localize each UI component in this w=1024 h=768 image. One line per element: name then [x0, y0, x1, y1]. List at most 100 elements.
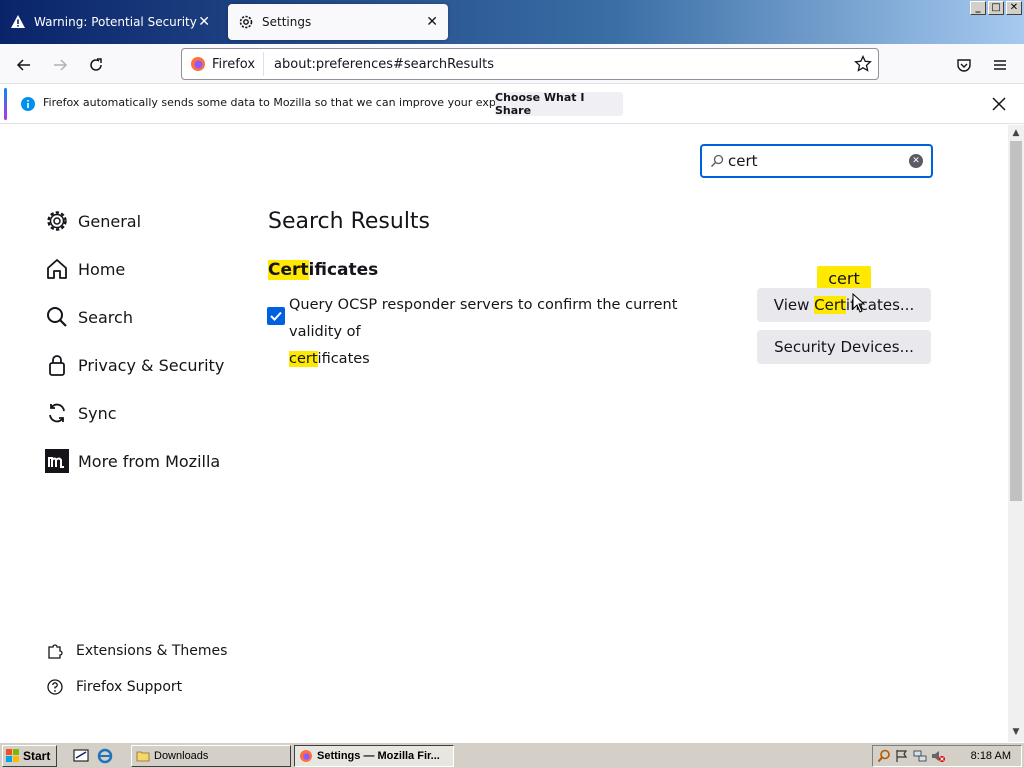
info-icon: [21, 97, 35, 111]
search-icon: [710, 154, 724, 168]
settings-search-input[interactable]: [724, 152, 894, 170]
windows-logo-icon: [6, 749, 19, 762]
identity-box[interactable]: Firefox: [182, 52, 265, 76]
tab-title: Settings: [262, 15, 312, 29]
settings-search-box[interactable]: ✕: [700, 144, 933, 178]
network-icon[interactable]: [913, 749, 927, 763]
scroll-up-icon[interactable]: ▲: [1011, 128, 1021, 138]
sidebar-item-label: More from Mozilla: [78, 451, 221, 471]
url-text[interactable]: about:preferences#searchResults: [264, 57, 494, 72]
lock-icon: [44, 352, 70, 378]
close-window-button[interactable]: ✕: [1006, 1, 1022, 15]
window-controls: _ □ ✕: [970, 1, 1022, 15]
clock: 8:18 AM: [970, 750, 1011, 762]
arrow-right-icon: [54, 59, 68, 71]
search-highlight: Cert: [814, 296, 846, 314]
search-icon[interactable]: [877, 749, 891, 763]
sidebar-item-home[interactable]: Home: [44, 253, 244, 285]
hamburger-menu-icon: [994, 60, 1006, 70]
search-icon: [44, 304, 70, 330]
flag-icon[interactable]: [895, 749, 909, 763]
menu-button[interactable]: [987, 52, 1013, 78]
mozilla-icon: [44, 448, 70, 474]
page-title: Search Results: [268, 209, 431, 234]
sidebar-item-firefox-support[interactable]: Firefox Support: [44, 675, 244, 699]
scroll-down-icon[interactable]: ▼: [1011, 727, 1021, 737]
sidebar-item-label: General: [78, 211, 142, 231]
choose-what-i-share-button[interactable]: Choose What I Share: [495, 91, 623, 117]
tab-security-warning[interactable]: Warning: Potential Security Risk Ah ✕: [0, 4, 220, 40]
sidebar-item-search[interactable]: Search: [44, 301, 244, 333]
firefox-icon: [191, 57, 205, 71]
taskbar-item-settings[interactable]: Settings — Mozilla Fir...: [294, 745, 454, 767]
pocket-icon: [957, 59, 971, 72]
pocket-button[interactable]: [951, 52, 977, 78]
close-icon[interactable]: ✕: [426, 14, 438, 30]
clear-search-icon[interactable]: ✕: [909, 154, 923, 168]
home-icon: [44, 256, 70, 282]
taskbar-item-downloads[interactable]: Downloads: [131, 745, 291, 767]
start-label: Start: [23, 749, 51, 763]
close-icon[interactable]: [992, 97, 1006, 111]
bookmark-star-icon[interactable]: [854, 55, 872, 73]
start-button[interactable]: Start: [2, 745, 57, 767]
tab-settings[interactable]: Settings ✕: [228, 4, 448, 40]
search-highlight: Cert: [268, 260, 309, 280]
tab-title: Warning: Potential Security Risk Ah: [34, 15, 198, 29]
taskbar-item-label: Downloads: [154, 750, 209, 762]
button-text-pre: View: [773, 296, 815, 314]
warning-icon: [11, 15, 25, 28]
checkmark-icon: [270, 311, 282, 321]
label-rest: ificates: [317, 351, 370, 367]
forward-button[interactable]: [47, 52, 73, 78]
sidebar-item-label: Sync: [78, 403, 117, 423]
sidebar-item-privacy-security[interactable]: Privacy & Security: [44, 349, 244, 381]
sidebar-item-more-from-mozilla[interactable]: More from Mozilla: [44, 445, 244, 477]
notification-text: Firefox automatically sends some data to…: [43, 96, 541, 109]
tab-strip: Warning: Potential Security Risk Ah ✕ Se…: [0, 0, 1024, 44]
security-devices-button[interactable]: Security Devices...: [757, 330, 931, 364]
identity-label: Firefox: [212, 56, 256, 72]
sidebar-item-general[interactable]: General: [44, 205, 244, 237]
volume-muted-icon[interactable]: [931, 749, 945, 763]
data-collection-notification: Firefox automatically sends some data to…: [0, 84, 1024, 124]
sidebar-footer-label: Firefox Support: [76, 679, 183, 695]
certificates-heading: Certificates: [268, 260, 378, 280]
ocsp-checkbox-label[interactable]: Query OCSP responder servers to confirm …: [289, 292, 729, 373]
sync-icon: [44, 400, 70, 426]
taskbar: Start Downloads Settings — Mozilla Fir..…: [0, 742, 1024, 768]
navigation-toolbar: Firefox about:preferences#searchResults: [0, 44, 1024, 84]
label-line1: Query OCSP responder servers to confirm …: [289, 297, 678, 340]
system-tray: 8:18 AM: [872, 745, 1022, 767]
reload-button[interactable]: [83, 52, 109, 78]
help-icon: [44, 678, 66, 696]
sidebar-footer-label: Extensions & Themes: [76, 643, 228, 659]
heading-rest: ificates: [308, 260, 379, 280]
notification-accent-stripe: [4, 88, 7, 120]
scroll-thumb[interactable]: [1010, 141, 1022, 501]
taskbar-item-label: Settings — Mozilla Fir...: [317, 750, 440, 762]
back-button[interactable]: [11, 52, 37, 78]
minimize-button[interactable]: _: [970, 1, 986, 15]
show-desktop-icon[interactable]: [73, 748, 89, 764]
sidebar-item-sync[interactable]: Sync: [44, 397, 244, 429]
view-certificates-button[interactable]: View Cert ificates...: [757, 288, 931, 322]
sidebar-item-extensions-themes[interactable]: Extensions & Themes: [44, 639, 244, 663]
preferences-content: ✕ General Home: [0, 125, 1008, 742]
sidebar-item-label: Search: [78, 307, 133, 327]
gear-icon: [239, 15, 253, 29]
maximize-button[interactable]: □: [988, 1, 1004, 15]
reload-icon: [90, 58, 102, 71]
ocsp-checkbox[interactable]: [267, 307, 285, 325]
arrow-left-icon: [16, 59, 30, 71]
close-icon[interactable]: ✕: [198, 14, 210, 30]
mouse-cursor-icon: [852, 293, 866, 313]
internet-explorer-icon[interactable]: [97, 748, 113, 764]
puzzle-icon: [44, 642, 66, 660]
firefox-icon: [300, 750, 312, 762]
address-bar[interactable]: Firefox about:preferences#searchResults: [181, 48, 879, 80]
vertical-scrollbar[interactable]: ▲ ▼: [1008, 125, 1024, 742]
sidebar-item-label: Privacy & Security: [78, 355, 225, 375]
gear-icon: [44, 208, 70, 234]
search-highlight: cert: [289, 351, 318, 367]
